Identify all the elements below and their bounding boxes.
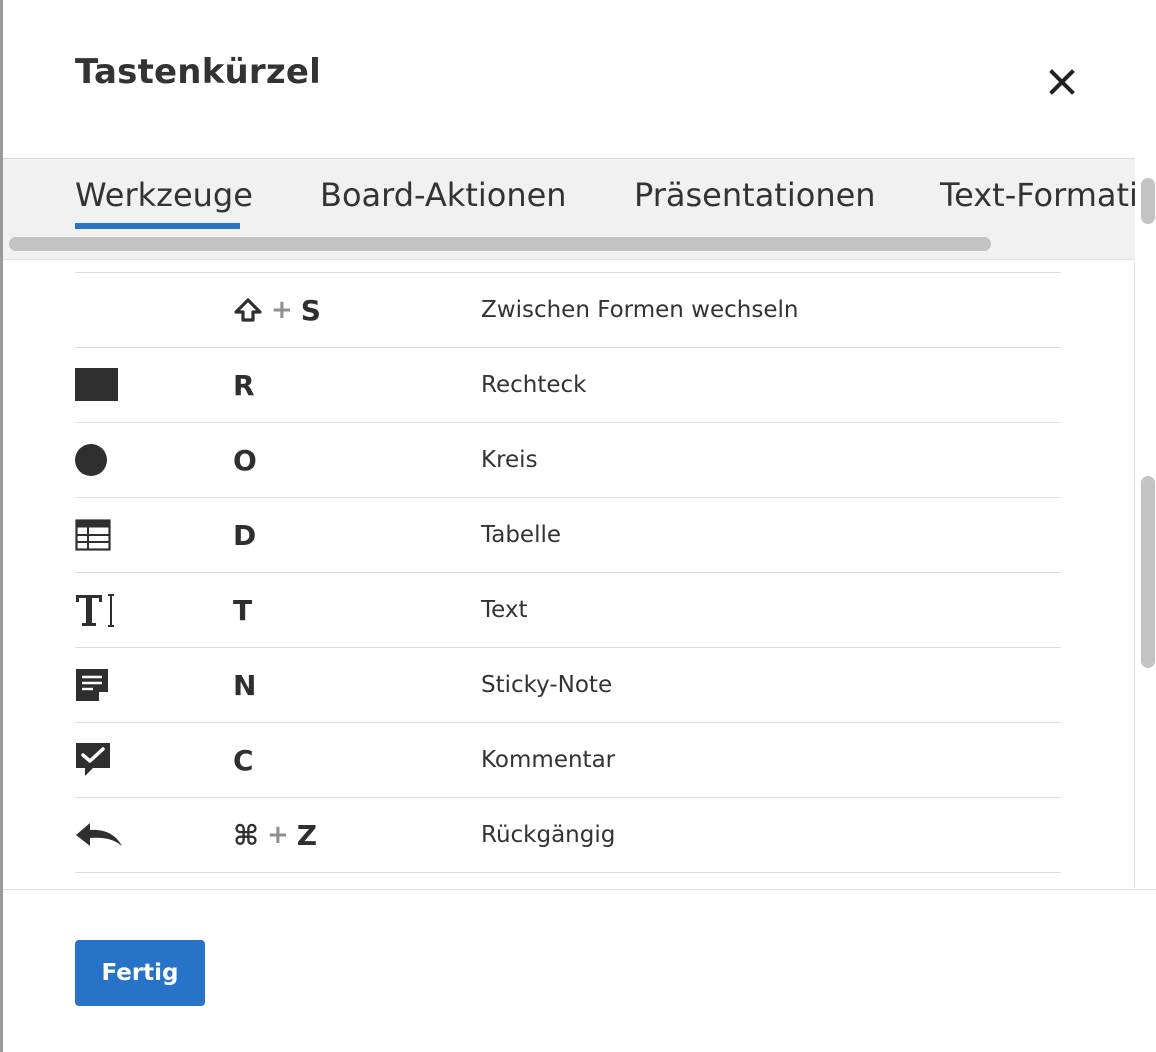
shortcut-row: O Kreis [75,423,1061,498]
key-label: C [233,743,254,777]
shortcut-row: C Kommentar [75,723,1061,798]
row-icon [75,723,135,797]
tab-bar: Werkzeuge Board-Aktionen Präsentationen … [3,158,1135,260]
key-label: Z [296,818,318,852]
done-button[interactable]: Fertig [75,940,205,1006]
shortcut-row: T Text [75,573,1061,648]
undo-icon [76,823,122,846]
row-icon [75,648,135,722]
table-icon [75,519,111,551]
content-scroll-track [1134,262,1135,888]
shift-icon [234,298,262,322]
row-icon-empty [75,273,135,347]
shortcut-keys: ⌘ + Z [233,798,317,872]
shortcut-row: ⌘ + Z Rückgängig [75,798,1061,873]
content-scrollbar-thumb[interactable] [1141,476,1155,668]
key-label: R [233,368,255,402]
shortcut-label: Text [481,597,528,623]
shortcut-label: Tabelle [481,522,562,548]
shortcut-keys: + S [233,273,321,347]
key-label: T [233,593,253,627]
sticky-note-icon [76,669,108,701]
shortcut-row: + S Zwischen Formen wechseln [75,273,1061,348]
key-label: S [300,293,321,327]
tab-scrollbar[interactable] [9,237,1133,253]
shortcut-label: Sticky-Note [481,672,613,698]
tab-text-formatierung[interactable]: Text-Formatie [940,159,1135,231]
tab-werkzeuge[interactable]: Werkzeuge [75,159,253,231]
shortcut-list: + S Zwischen Formen wechseln R Rechteck … [75,272,1061,873]
tab-board-aktionen[interactable]: Board-Aktionen [320,159,567,231]
tab-scrollbar-thumb[interactable] [9,237,991,251]
shortcut-row: N Sticky-Note [75,648,1061,723]
shortcut-label: Rückgängig [481,822,616,848]
plus-sign: + [266,820,289,850]
footer-divider [3,889,1156,890]
shortcut-label: Kreis [481,447,538,473]
active-tab-indicator [75,223,240,229]
command-key-icon: ⌘ [233,818,259,852]
tabbar-vertical-scrollbar-thumb[interactable] [1141,178,1155,224]
shortcut-row: D Tabelle [75,498,1061,573]
row-icon [75,573,135,647]
row-icon [75,798,135,872]
dialog-title: Tastenkürzel [75,52,321,92]
comment-icon [76,743,110,776]
key-label: O [233,443,257,477]
shortcut-row: R Rechteck [75,348,1061,423]
key-label: D [233,518,257,552]
tab-praesentationen[interactable]: Präsentationen [634,159,876,231]
rectangle-icon [75,368,118,401]
key-label: N [233,668,257,702]
close-button[interactable] [1040,60,1084,104]
shortcut-label: Zwischen Formen wechseln [481,297,799,323]
shortcut-label: Kommentar [481,747,616,773]
row-icon [75,348,135,422]
row-icon [75,498,135,572]
circle-icon [75,444,107,476]
shortcut-label: Rechteck [481,372,587,398]
close-icon [1049,69,1075,95]
plus-sign: + [271,295,293,325]
text-icon [76,594,114,627]
row-icon [75,423,135,497]
